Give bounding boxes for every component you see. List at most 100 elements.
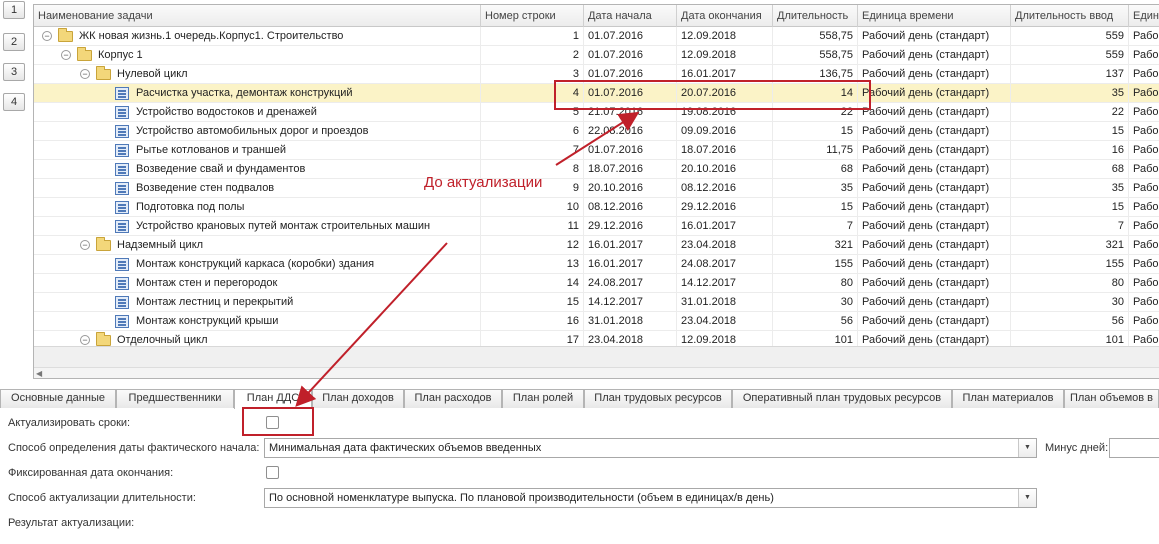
minus-days-input[interactable]: [1109, 438, 1159, 458]
cell-task-name[interactable]: Рытье котлованов и траншей: [34, 141, 481, 160]
collapse-toggle-icon[interactable]: −: [80, 335, 90, 345]
cell-duration[interactable]: 558,75: [773, 27, 858, 46]
cell-row-number[interactable]: 11: [481, 217, 584, 236]
cell-duration-input[interactable]: 16: [1011, 141, 1129, 160]
cell-time-unit[interactable]: Рабочий день (стандарт): [858, 179, 1011, 198]
cell-duration-input[interactable]: 35: [1011, 84, 1129, 103]
cell-start-date[interactable]: 16.01.2017: [584, 255, 677, 274]
cell-duration-input[interactable]: 137: [1011, 65, 1129, 84]
cell-time-unit[interactable]: Рабочий день (стандарт): [858, 198, 1011, 217]
cell-start-date[interactable]: 29.12.2016: [584, 217, 677, 236]
cell-duration-input[interactable]: 155: [1011, 255, 1129, 274]
cell-row-number[interactable]: 1: [481, 27, 584, 46]
cell-task-name[interactable]: Монтаж лестниц и перекрытий: [34, 293, 481, 312]
cell-end-date[interactable]: 23.04.2018: [677, 312, 773, 331]
cell-end-date[interactable]: 20.07.2016: [677, 84, 773, 103]
cell-end-date[interactable]: 24.08.2017: [677, 255, 773, 274]
tab-predecessors[interactable]: Предшественники: [116, 389, 234, 408]
cell-task-name[interactable]: Устройство автомобильных дорог и проездо…: [34, 122, 481, 141]
cell-row-number[interactable]: 5: [481, 103, 584, 122]
collapse-toggle-icon[interactable]: −: [80, 240, 90, 250]
cell-duration-input[interactable]: 80: [1011, 274, 1129, 293]
cell-row-number[interactable]: 2: [481, 46, 584, 65]
cell-time-unit[interactable]: Рабочий день (стандарт): [858, 217, 1011, 236]
cell-task-name[interactable]: − Нулевой цикл: [34, 65, 481, 84]
cell-time-unit[interactable]: Рабочий день (стандарт): [858, 160, 1011, 179]
task-grid[interactable]: Наименование задачи Номер строки Дата на…: [33, 4, 1159, 379]
tab-income-plan[interactable]: План доходов: [312, 389, 404, 408]
col-end-date[interactable]: Дата окончания: [677, 5, 773, 27]
cell-time-unit-2[interactable]: Рабо: [1129, 236, 1159, 255]
tab-operational-labor-plan[interactable]: Оперативный план трудовых ресурсов: [732, 389, 952, 408]
cell-time-unit-2[interactable]: Рабо: [1129, 46, 1159, 65]
cell-time-unit-2[interactable]: Рабо: [1129, 27, 1159, 46]
cell-time-unit-2[interactable]: Рабо: [1129, 141, 1159, 160]
cell-task-name[interactable]: − ЖК новая жизнь.1 очередь.Корпус1. Строи…: [34, 27, 481, 46]
cell-duration[interactable]: 11,75: [773, 141, 858, 160]
cell-time-unit-2[interactable]: Рабо: [1129, 274, 1159, 293]
cell-start-date[interactable]: 01.07.2016: [584, 84, 677, 103]
cell-duration[interactable]: 14: [773, 84, 858, 103]
tab-volumes-plan[interactable]: План объемов в: [1064, 389, 1159, 408]
cell-row-number[interactable]: 4: [481, 84, 584, 103]
cell-duration[interactable]: 35: [773, 179, 858, 198]
cell-end-date[interactable]: 16.01.2017: [677, 65, 773, 84]
cell-time-unit-2[interactable]: Рабо: [1129, 122, 1159, 141]
cell-time-unit-2[interactable]: Рабо: [1129, 198, 1159, 217]
cell-time-unit-2[interactable]: Рабо: [1129, 160, 1159, 179]
table-row[interactable]: Устройство крановых путей монтаж строите…: [34, 217, 1159, 236]
table-row[interactable]: Возведение свай и фундаментов 8 18.07.2016…: [34, 160, 1159, 179]
col-start-date[interactable]: Дата начала: [584, 5, 677, 27]
cell-row-number[interactable]: 15: [481, 293, 584, 312]
cell-duration[interactable]: 155: [773, 255, 858, 274]
collapse-toggle-icon[interactable]: −: [42, 31, 52, 41]
fixed-end-date-checkbox[interactable]: [266, 466, 279, 479]
cell-end-date[interactable]: 12.09.2018: [677, 27, 773, 46]
cell-task-name[interactable]: − Надземный цикл: [34, 236, 481, 255]
scroll-left-icon[interactable]: ◀: [36, 369, 42, 378]
cell-row-number[interactable]: 6: [481, 122, 584, 141]
actualize-dates-checkbox[interactable]: [266, 416, 279, 429]
cell-duration-input[interactable]: 7: [1011, 217, 1129, 236]
cell-time-unit[interactable]: Рабочий день (стандарт): [858, 236, 1011, 255]
tab-main-data[interactable]: Основные данные: [0, 389, 116, 408]
tab-roles-plan[interactable]: План ролей: [502, 389, 584, 408]
cell-duration-input[interactable]: 559: [1011, 46, 1129, 65]
cell-end-date[interactable]: 09.09.2016: [677, 122, 773, 141]
cell-end-date[interactable]: 20.10.2016: [677, 160, 773, 179]
table-row[interactable]: Монтаж лестниц и перекрытий 15 14.12.2017 3…: [34, 293, 1159, 312]
cell-duration[interactable]: 68: [773, 160, 858, 179]
table-row[interactable]: Устройство водостоков и дренажей 5 21.07.2…: [34, 103, 1159, 122]
cell-time-unit[interactable]: Рабочий день (стандарт): [858, 46, 1011, 65]
chevron-down-icon[interactable]: ▼: [1018, 489, 1036, 507]
horizontal-scrollbar[interactable]: ◀: [34, 367, 1159, 378]
cell-duration[interactable]: 15: [773, 198, 858, 217]
col-duration-input[interactable]: Длительность ввод: [1011, 5, 1129, 27]
table-row[interactable]: Возведение стен подвалов 9 20.10.2016 08.12…: [34, 179, 1159, 198]
tab-labor-plan[interactable]: План трудовых ресурсов: [584, 389, 732, 408]
cell-time-unit[interactable]: Рабочий день (стандарт): [858, 255, 1011, 274]
table-row[interactable]: − ЖК новая жизнь.1 очередь.Корпус1. Строи…: [34, 27, 1159, 46]
cell-time-unit-2[interactable]: Рабо: [1129, 84, 1159, 103]
col-time-unit-2[interactable]: Един: [1129, 5, 1159, 27]
col-time-unit[interactable]: Единица времени: [858, 5, 1011, 27]
cell-duration-input[interactable]: 56: [1011, 312, 1129, 331]
tab-expense-plan[interactable]: План расходов: [404, 389, 502, 408]
level-1-button[interactable]: 1: [3, 1, 25, 19]
col-duration[interactable]: Длительность: [773, 5, 858, 27]
collapse-toggle-icon[interactable]: −: [80, 69, 90, 79]
cell-duration-input[interactable]: 68: [1011, 160, 1129, 179]
cell-end-date[interactable]: 08.12.2016: [677, 179, 773, 198]
table-row[interactable]: Монтаж конструкций крыши 16 31.01.2018 23.0…: [34, 312, 1159, 331]
cell-task-name[interactable]: Монтаж конструкций каркаса (коробки) зда…: [34, 255, 481, 274]
cell-duration[interactable]: 22: [773, 103, 858, 122]
table-row[interactable]: Монтаж конструкций каркаса (коробки) зда…: [34, 255, 1159, 274]
cell-start-date[interactable]: 01.07.2016: [584, 65, 677, 84]
cell-row-number[interactable]: 3: [481, 65, 584, 84]
cell-time-unit-2[interactable]: Рабо: [1129, 312, 1159, 331]
table-row[interactable]: Устройство автомобильных дорог и проездо…: [34, 122, 1159, 141]
start-date-method-select[interactable]: Минимальная дата фактических объемов вве…: [264, 438, 1037, 458]
cell-row-number[interactable]: 7: [481, 141, 584, 160]
cell-duration-input[interactable]: 321: [1011, 236, 1129, 255]
cell-time-unit-2[interactable]: Рабо: [1129, 103, 1159, 122]
